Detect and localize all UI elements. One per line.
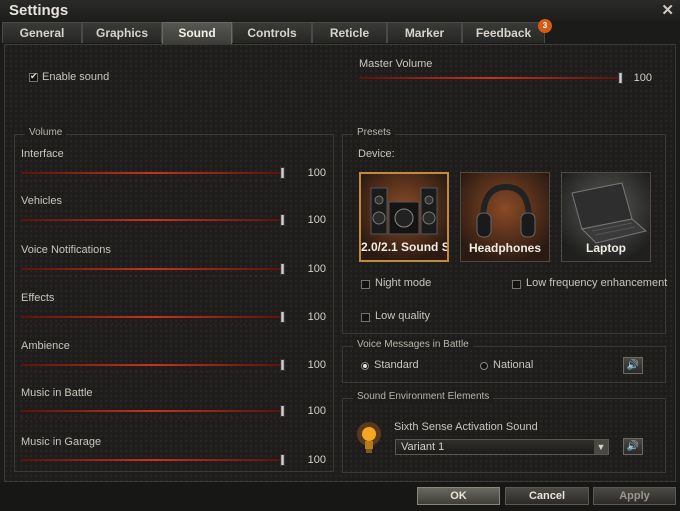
preset-label: 2.0/2.1 Sound Sy xyxy=(361,240,449,254)
volume-legend: Volume xyxy=(25,127,67,138)
voice-notifications-slider[interactable] xyxy=(21,263,285,281)
interface-label: Interface xyxy=(21,148,64,160)
notification-badge: 3 xyxy=(538,19,552,33)
preset-speakers[interactable]: 2.0/2.1 Sound Sy xyxy=(359,172,449,262)
speaker-icon: 🔊 xyxy=(626,360,640,371)
low-frequency-label: Low frequency enhancement xyxy=(526,277,668,289)
device-label: Device: xyxy=(358,148,395,160)
cancel-button[interactable]: Cancel xyxy=(505,487,589,505)
lightbulb-icon xyxy=(357,422,381,453)
low-quality-label: Low quality xyxy=(375,310,431,322)
slider-thumb[interactable] xyxy=(280,454,285,466)
tab-controls[interactable]: Controls xyxy=(232,22,312,43)
slider-thumb[interactable] xyxy=(280,311,285,323)
speaker-icon: 🔊 xyxy=(626,441,640,452)
preset-headphones[interactable]: Headphones xyxy=(460,172,550,262)
slider-track xyxy=(359,77,621,79)
standard-radio[interactable] xyxy=(361,362,369,370)
environment-group: Sound Environment Elements xyxy=(342,391,666,473)
sixth-sense-label: Sixth Sense Activation Sound xyxy=(394,421,538,433)
vehicles-value: 100 xyxy=(307,214,326,226)
preset-label: Laptop xyxy=(586,241,626,255)
apply-button[interactable]: Apply xyxy=(593,487,676,505)
sixth-sense-preview-button[interactable]: 🔊 xyxy=(623,438,643,455)
vehicles-label: Vehicles xyxy=(21,195,62,207)
tab-general[interactable]: General xyxy=(2,22,82,43)
master-volume-slider[interactable] xyxy=(359,72,623,84)
music-in-garage-label: Music in Garage xyxy=(21,436,102,448)
enable-sound-label: Enable sound xyxy=(42,71,110,83)
effects-label: Effects xyxy=(21,292,55,304)
preset-label: Headphones xyxy=(468,241,541,255)
title-bar: Settings ✕ xyxy=(0,0,680,22)
interface-value: 100 xyxy=(307,167,326,179)
tab-bar: General Graphics Sound Controls Reticle … xyxy=(0,19,680,44)
preset-laptop[interactable]: Laptop xyxy=(561,172,651,262)
vehicles-slider[interactable] xyxy=(21,214,285,232)
effects-slider[interactable] xyxy=(21,311,285,329)
effects-value: 100 xyxy=(307,311,326,323)
voice-notifications-value: 100 xyxy=(307,263,326,275)
close-icon[interactable]: ✕ xyxy=(661,1,674,19)
national-label: National xyxy=(493,359,534,371)
speaker-preview-button[interactable]: 🔊 xyxy=(623,357,643,374)
window-title: Settings xyxy=(9,2,69,19)
slider-thumb[interactable] xyxy=(280,214,285,226)
tab-feedback[interactable]: Feedback 3 xyxy=(462,19,552,43)
enable-sound-checkbox[interactable] xyxy=(29,71,38,82)
music-in-battle-label: Music in Battle xyxy=(21,387,93,399)
interface-slider[interactable] xyxy=(21,167,285,185)
tab-reticle[interactable]: Reticle xyxy=(312,22,387,43)
ok-button[interactable]: OK xyxy=(417,487,500,505)
master-volume-label: Master Volume xyxy=(359,58,433,70)
low-frequency-checkbox[interactable] xyxy=(512,280,521,289)
master-volume-value: 100 xyxy=(633,72,652,84)
night-mode-checkbox[interactable] xyxy=(361,280,370,289)
low-quality-checkbox[interactable] xyxy=(361,313,370,322)
tab-marker[interactable]: Marker xyxy=(387,22,462,43)
tab-graphics[interactable]: Graphics xyxy=(82,22,162,43)
music-in-battle-slider[interactable] xyxy=(21,405,285,423)
music-in-garage-value: 100 xyxy=(307,454,326,466)
slider-thumb[interactable] xyxy=(280,359,285,371)
sixth-sense-select[interactable]: Variant 1 ▼ xyxy=(395,439,609,455)
ambience-slider[interactable] xyxy=(21,359,285,377)
music-in-garage-slider[interactable] xyxy=(21,454,285,466)
voice-messages-legend: Voice Messages in Battle xyxy=(353,339,473,350)
music-in-battle-value: 100 xyxy=(307,405,326,417)
presets-legend: Presets xyxy=(353,127,395,138)
tab-feedback-label: Feedback xyxy=(475,26,532,40)
environment-legend: Sound Environment Elements xyxy=(353,391,494,402)
voice-notifications-label: Voice Notifications xyxy=(21,244,111,256)
slider-thumb[interactable] xyxy=(280,167,285,179)
standard-label: Standard xyxy=(374,359,419,371)
national-radio[interactable] xyxy=(480,362,488,370)
ambience-label: Ambience xyxy=(21,340,70,352)
sixth-sense-value: Variant 1 xyxy=(401,441,445,453)
slider-thumb[interactable] xyxy=(280,263,285,275)
night-mode-label: Night mode xyxy=(375,277,432,289)
chevron-down-icon: ▼ xyxy=(594,440,608,454)
ambience-value: 100 xyxy=(307,359,326,371)
tab-sound[interactable]: Sound xyxy=(162,22,232,44)
slider-thumb[interactable] xyxy=(280,405,285,417)
